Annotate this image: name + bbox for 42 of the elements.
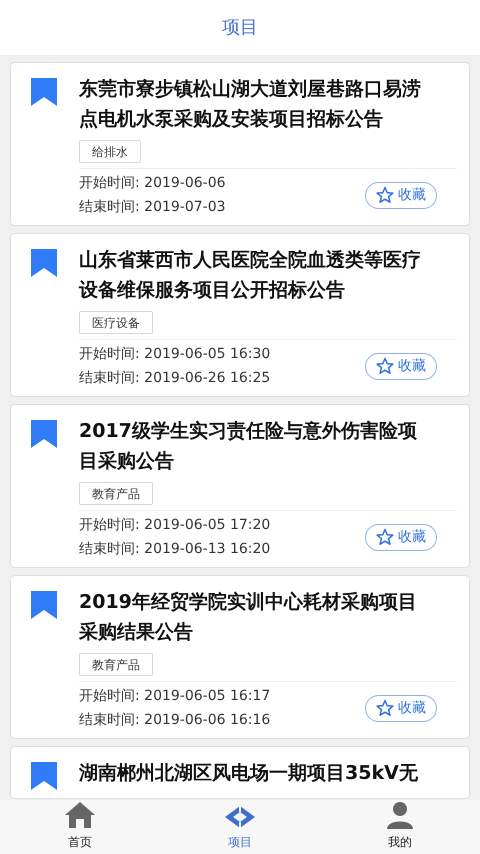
favorite-button[interactable]: 收藏	[365, 694, 437, 722]
project-card[interactable]: 2017级学生实习责任险与意外伤害险项目采购公告 教育产品 开始时间: 2019-06-05 17:20 结束时间: 2019-06-13 16:20 收藏	[10, 404, 470, 568]
project-card[interactable]: 山东省莱西市人民医院全院血透类等医疗设备维保服务项目公开招标公告 医疗设备 开始时间: 2019-06-05 16:30 结束时间: 2019-06-26 16:25 收藏	[10, 233, 470, 397]
star-icon	[376, 699, 394, 717]
nav-tab[interactable]: 首页	[0, 800, 160, 854]
project-title: 东莞市寮步镇松山湖大道刘屋巷路口易涝点电机水泵采购及安装项目招标公告	[79, 77, 422, 132]
project-card[interactable]: 2019年经贸学院实训中心耗材采购项目采购结果公告 教育产品 开始时间: 2019-06-05 16:17 结束时间: 2019-06-06 16:16 收藏	[10, 575, 470, 739]
start-time: 开始时间: 2019-06-05 17:20	[79, 516, 272, 535]
star-icon	[376, 186, 394, 204]
person-icon	[385, 801, 415, 829]
bookmark-icon	[31, 78, 57, 106]
bookmark-icon	[31, 591, 57, 619]
favorite-button[interactable]: 收藏	[365, 524, 437, 550]
favorite-button[interactable]: 收藏	[365, 352, 437, 380]
end-time: 结束时间: 2019-06-06 16:16	[79, 711, 272, 730]
end-time: 结束时间: 2019-06-13 16:20	[79, 540, 272, 559]
project-title: 2019年经贸学院实训中心耗材采购项目采购结果公告	[79, 590, 418, 645]
project-card[interactable]: 东莞市寮步镇松山湖大道刘屋巷路口易涝点电机水泵采购及安装项目招标公告 给排水 开始时间: 2019-06-06 结束时间: 2019-07-03 收藏	[10, 62, 470, 226]
category-tag: 给排水	[79, 140, 141, 163]
end-time: 结束时间: 2019-07-03	[79, 198, 227, 217]
home-icon	[64, 801, 96, 829]
start-time: 开始时间: 2019-06-05 16:17	[79, 687, 272, 706]
end-time: 结束时间: 2019-06-26 16:25	[79, 369, 272, 388]
diamond-grid-icon	[224, 805, 256, 829]
category-tag: 医疗设备	[79, 311, 153, 334]
bookmark-icon	[31, 762, 57, 790]
page-title: 项目	[222, 16, 258, 40]
project-title: 山东省莱西市人民医院全院血透类等医疗设备维保服务项目公开招标公告	[79, 248, 422, 303]
bookmark-icon	[31, 249, 57, 277]
bookmark-icon	[31, 420, 57, 448]
category-tag: 教育产品	[79, 482, 153, 505]
star-icon	[376, 357, 394, 375]
project-title: 2017级学生实习责任险与意外伤害险项目采购公告	[79, 419, 418, 474]
start-time: 开始时间: 2019-06-06	[79, 174, 227, 193]
favorite-button[interactable]: 收藏	[365, 182, 437, 208]
project-title: 湖南郴州北湖区风电场一期项目35kV无	[79, 761, 419, 786]
star-icon	[376, 528, 394, 546]
nav-tab[interactable]: 项目	[160, 800, 320, 854]
project-card[interactable]: 湖南郴州北湖区风电场一期项目35kV无	[10, 746, 470, 799]
category-tag: 教育产品	[79, 653, 153, 676]
nav-tab[interactable]: 我的	[320, 800, 480, 854]
start-time: 开始时间: 2019-06-05 16:30	[79, 345, 272, 364]
